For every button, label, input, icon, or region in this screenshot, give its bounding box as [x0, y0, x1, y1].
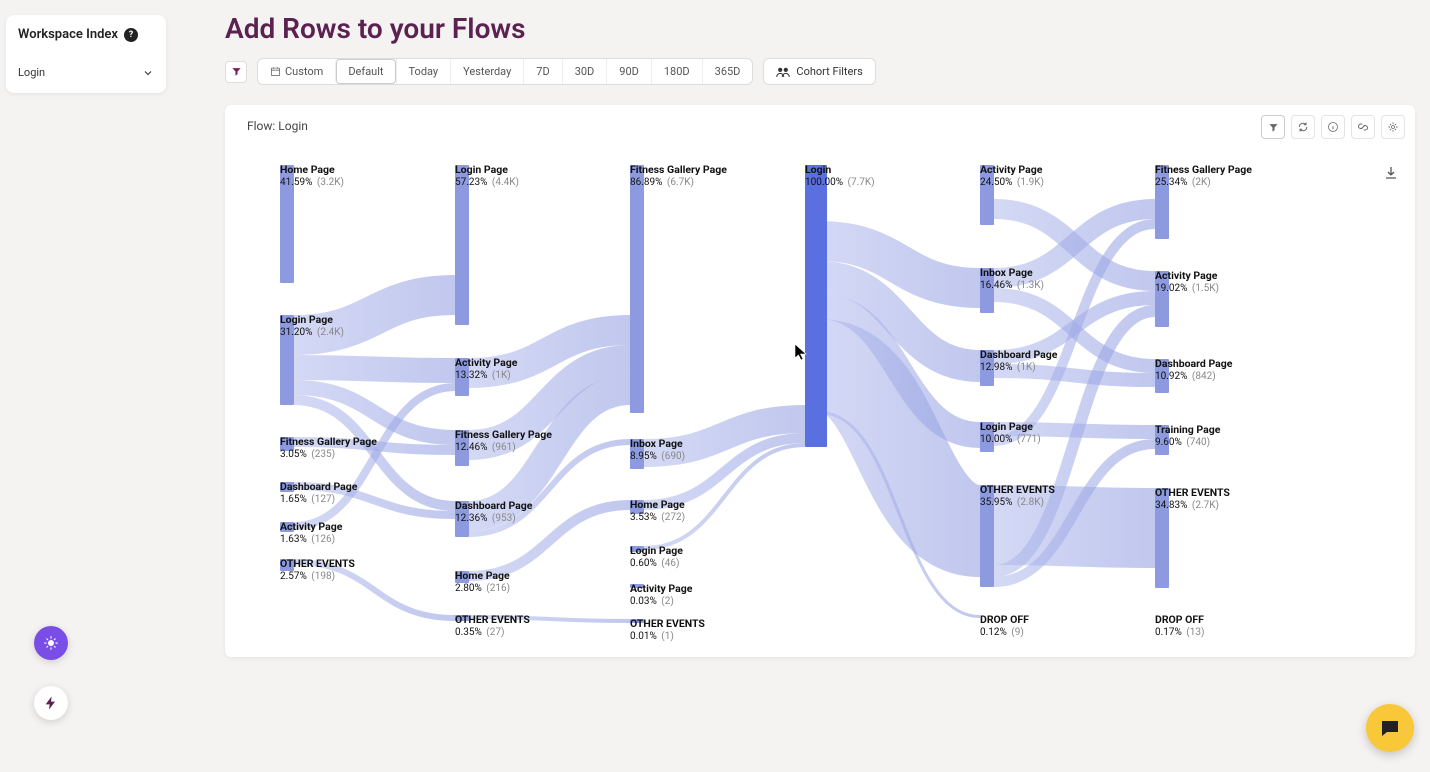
settings-button[interactable]	[1381, 115, 1405, 139]
funnel-button[interactable]	[225, 61, 247, 83]
quick-action-button[interactable]	[34, 686, 68, 720]
cohort-filters-button[interactable]: Cohort Filters	[763, 58, 875, 85]
cohort-filters-label: Cohort Filters	[796, 65, 862, 78]
workspace-index-label: Workspace Index	[18, 27, 118, 42]
link-button[interactable]	[1351, 115, 1375, 139]
range-90d[interactable]: 90D	[606, 59, 651, 84]
assistant-button[interactable]	[34, 626, 68, 660]
range-30d[interactable]: 30D	[562, 59, 607, 84]
refresh-button[interactable]	[1291, 115, 1315, 139]
sankey-diagram[interactable]: Home Page41.59% (3.2K)Login Page31.20% (…	[280, 160, 1395, 647]
range-default[interactable]: Default	[335, 59, 395, 84]
range-180d[interactable]: 180D	[651, 59, 702, 84]
panel-filter-button[interactable]	[1261, 115, 1285, 139]
workspace-select[interactable]: Login	[18, 66, 154, 79]
sparkle-icon	[42, 634, 60, 652]
chat-icon	[1378, 716, 1402, 740]
chevron-down-icon	[142, 67, 154, 79]
workspace-index-card: Workspace Index ? Login	[6, 15, 166, 93]
cohort-icon	[776, 66, 790, 78]
range-today[interactable]: Today	[396, 59, 451, 84]
workspace-index-title: Workspace Index ?	[18, 27, 154, 42]
flow-chart-panel: Flow: Login Home Page41.59% (3.2K)Login …	[225, 105, 1415, 657]
range-365d[interactable]: 365D	[702, 59, 753, 84]
panel-toolbar	[1261, 115, 1405, 139]
info-button[interactable]	[1321, 115, 1345, 139]
panel-title: Flow: Login	[247, 119, 308, 133]
date-range-segmented: CustomDefaultTodayYesterday7D30D90D180D3…	[257, 58, 753, 85]
help-icon[interactable]: ?	[124, 28, 138, 42]
workspace-select-value: Login	[18, 66, 45, 79]
bolt-icon	[43, 695, 59, 711]
sankey-links	[280, 160, 1380, 650]
range-7d[interactable]: 7D	[523, 59, 561, 84]
toolbar: CustomDefaultTodayYesterday7D30D90D180D3…	[225, 58, 876, 85]
chat-fab[interactable]	[1366, 704, 1414, 752]
page-title: Add Rows to your Flows	[225, 12, 526, 45]
range-yesterday[interactable]: Yesterday	[450, 59, 523, 84]
calendar-icon	[270, 66, 281, 77]
range-custom[interactable]: Custom	[258, 59, 335, 84]
